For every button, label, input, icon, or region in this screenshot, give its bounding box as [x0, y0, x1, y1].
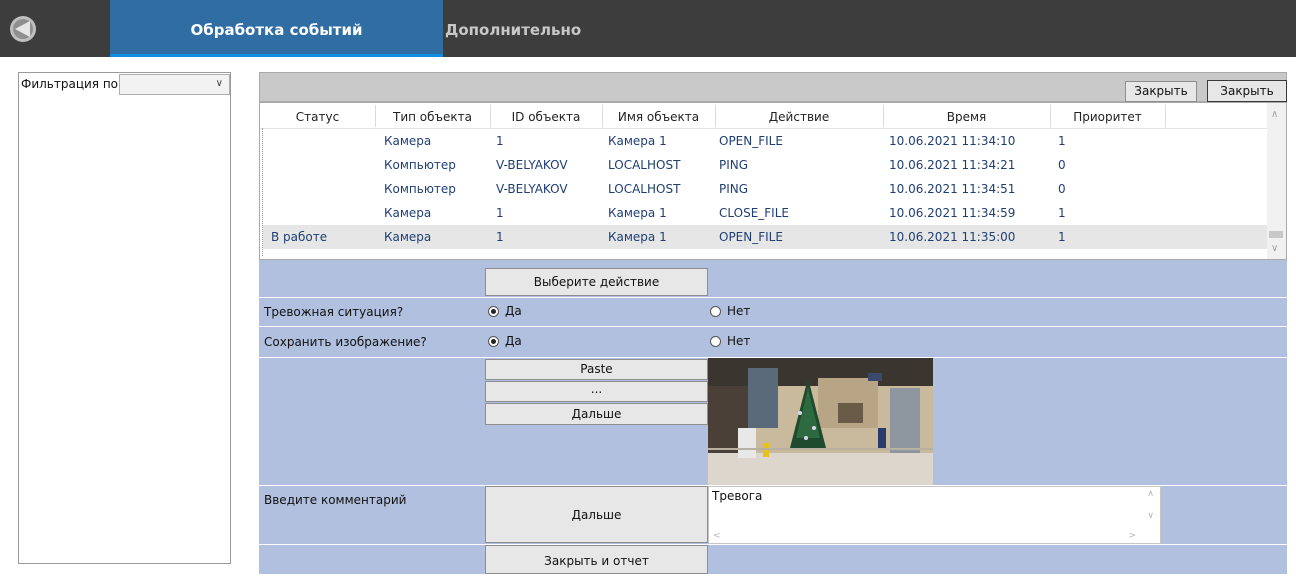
alarm-yes-label[interactable]: Да: [505, 304, 522, 318]
cell-object-name: LOCALHOST: [608, 158, 681, 172]
cell-object-id: 1: [496, 230, 504, 244]
cell-time: 10.06.2021 11:34:51: [889, 182, 1016, 196]
save-image-no-radio[interactable]: [710, 336, 721, 347]
cell-object-id: V-BELYAKOV: [496, 182, 568, 196]
cell-time: 10.06.2021 11:34:59: [889, 206, 1016, 220]
column-header-status[interactable]: Статус: [260, 106, 375, 128]
cell-object-name: Камера 1: [608, 206, 667, 220]
save-image-yes-label[interactable]: Да: [505, 334, 522, 348]
chevron-down-icon[interactable]: ∨: [1147, 511, 1154, 521]
cell-action: CLOSE_FILE: [719, 206, 789, 220]
cell-time: 10.06.2021 11:35:00: [889, 230, 1016, 244]
events-table: Статус Тип объекта ID объекта Имя объект…: [259, 102, 1287, 260]
cell-priority: 1: [1058, 230, 1066, 244]
chevron-up-icon[interactable]: ∧: [1271, 109, 1278, 120]
filter-label: Фильтрация по:: [21, 77, 123, 91]
filter-panel: Фильтрация по: ∨: [18, 72, 231, 564]
cell-priority: 1: [1058, 134, 1066, 148]
cell-object-name: LOCALHOST: [608, 182, 681, 196]
cell-object-type: Компьютер: [384, 158, 456, 172]
comment-text: Тревога: [712, 489, 763, 503]
app-logo-icon[interactable]: [8, 14, 38, 44]
close-and-report-button[interactable]: Закрыть и отчет: [485, 545, 708, 574]
column-header-time[interactable]: Время: [883, 106, 1050, 128]
cell-action: OPEN_FILE: [719, 230, 783, 244]
column-header-object-type[interactable]: Тип объекта: [375, 106, 490, 128]
save-image-no-label[interactable]: Нет: [727, 334, 750, 348]
filter-dropdown[interactable]: ∨: [119, 74, 230, 95]
cell-object-name: Камера 1: [608, 230, 667, 244]
paste-button[interactable]: Paste: [485, 359, 708, 380]
cell-object-type: Камера: [384, 230, 432, 244]
column-header-action[interactable]: Действие: [715, 106, 883, 128]
choose-action-button[interactable]: Выберите действие: [485, 268, 708, 296]
event-toolbar: Закрыть Закрыть все: [259, 72, 1287, 118]
top-bar: Обработка событий Дополнительно: [0, 0, 1296, 57]
cell-object-name: Камера 1: [608, 134, 667, 148]
column-header-priority[interactable]: Приоритет: [1050, 106, 1165, 128]
comment-textarea[interactable]: Тревога ∧ ∨ < >: [708, 486, 1161, 544]
cell-time: 10.06.2021 11:34:10: [889, 134, 1016, 148]
chevron-right-icon[interactable]: >: [1128, 531, 1136, 541]
save-image-yes-radio[interactable]: [488, 336, 499, 347]
chevron-down-icon: ∨: [215, 78, 223, 89]
chevron-up-icon[interactable]: ∧: [1147, 489, 1154, 499]
cell-priority: 0: [1058, 158, 1066, 172]
cell-object-type: Камера: [384, 206, 432, 220]
cell-object-id: V-BELYAKOV: [496, 158, 568, 172]
camera-snapshot-image: [708, 358, 933, 485]
close-button[interactable]: Закрыть: [1125, 81, 1197, 102]
column-header-object-name[interactable]: Имя объекта: [602, 106, 715, 128]
cell-object-type: Камера: [384, 134, 432, 148]
tab-additional[interactable]: Дополнительно: [445, 0, 581, 57]
cell-action: PING: [719, 158, 749, 172]
cell-priority: 1: [1058, 206, 1066, 220]
cell-time: 10.06.2021 11:34:21: [889, 158, 1016, 172]
table-row-selected[interactable]: В работе Камера 1 Камера 1 OPEN_FILE 10.…: [263, 225, 1268, 249]
alarm-yes-radio[interactable]: [488, 306, 499, 317]
tab-event-processing[interactable]: Обработка событий: [110, 0, 443, 57]
cell-status: В работе: [271, 230, 328, 244]
alarm-question-label: Тревожная ситуация?: [264, 305, 404, 319]
table-scrollbar[interactable]: ∧ ∨: [1267, 103, 1286, 259]
alarm-no-label[interactable]: Нет: [727, 304, 750, 318]
cell-object-type: Компьютер: [384, 182, 456, 196]
cell-action: OPEN_FILE: [719, 134, 783, 148]
table-row[interactable]: Камера 1 Камера 1 CLOSE_FILE 10.06.2021 …: [263, 201, 1268, 225]
save-image-question-label: Сохранить изображение?: [264, 335, 427, 349]
cell-object-id: 1: [496, 134, 504, 148]
comment-label: Введите комментарий: [264, 493, 407, 507]
image-next-button[interactable]: Дальше: [485, 403, 708, 425]
comment-next-button[interactable]: Дальше: [485, 486, 708, 543]
chevron-down-icon[interactable]: ∨: [1271, 243, 1278, 254]
chevron-left-icon[interactable]: <: [713, 531, 721, 541]
close-all-button[interactable]: Закрыть все: [1207, 80, 1287, 118]
cell-object-id: 1: [496, 206, 504, 220]
alarm-no-radio[interactable]: [710, 306, 721, 317]
table-row[interactable]: Компьютер V-BELYAKOV LOCALHOST PING 10.0…: [263, 153, 1268, 177]
cell-action: PING: [719, 182, 749, 196]
column-header-object-id[interactable]: ID объекта: [490, 106, 602, 128]
cell-priority: 0: [1058, 182, 1066, 196]
event-panel: Закрыть Закрыть все Статус Тип объекта I…: [259, 72, 1287, 574]
table-row[interactable]: Камера 1 Камера 1 OPEN_FILE 10.06.2021 1…: [263, 129, 1268, 153]
browse-button[interactable]: ...: [485, 381, 708, 402]
scrollbar-thumb[interactable]: [1269, 231, 1283, 238]
table-row[interactable]: Компьютер V-BELYAKOV LOCALHOST PING 10.0…: [263, 177, 1268, 201]
